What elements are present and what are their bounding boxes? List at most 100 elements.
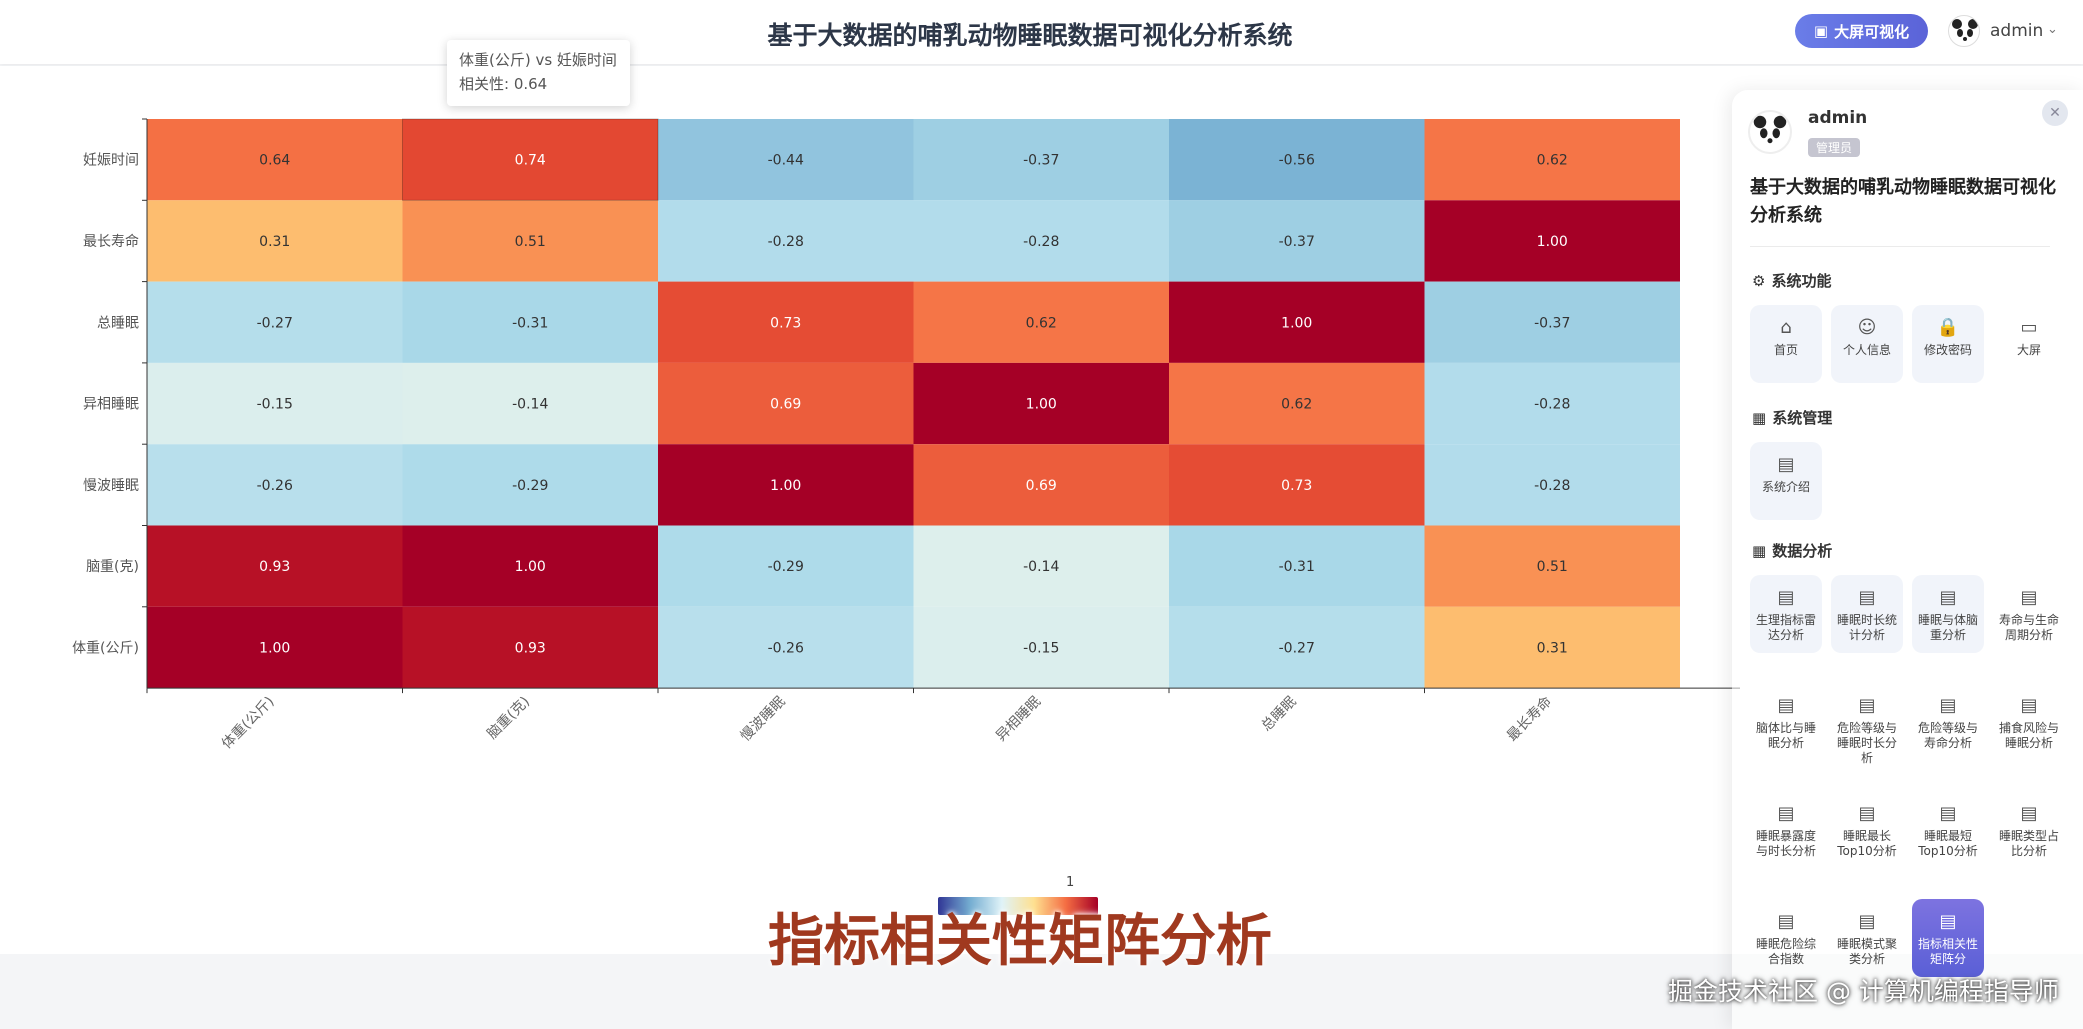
tile-label: 捕食风险与睡眠分析 <box>1998 721 2059 750</box>
cell-label: 0.74 <box>515 153 546 169</box>
cell-label: -0.44 <box>768 153 804 169</box>
cell-label: -0.29 <box>768 559 804 575</box>
y-tick-label: 总睡眠 <box>97 315 139 331</box>
y-tick-label: 妊娠时间 <box>83 153 139 169</box>
menu-tile[interactable]: ▭ 大屏 <box>1993 305 2065 383</box>
tile-label: 睡眠危险综合指数 <box>1755 937 1816 966</box>
tile-label: 睡眠模式聚类分析 <box>1836 937 1897 966</box>
document-icon: ▤ <box>1939 695 1957 716</box>
page-title: 基于大数据的哺乳动物睡眠数据可视化分析系统 <box>767 21 1293 50</box>
x-tick-label: 总睡眠 <box>1259 694 1300 735</box>
menu-tile[interactable]: ▤ 睡眠最短Top10分析 <box>1912 791 1984 869</box>
watermark: 掘金技术社区 @ 计算机编程指导师 <box>1668 977 2059 1006</box>
cell-label: 0.69 <box>770 397 801 413</box>
document-icon: ▤ <box>1858 695 1876 716</box>
y-tick-label: 慢波睡眠 <box>83 477 139 494</box>
cell-label: -0.15 <box>257 397 293 413</box>
bigscreen-label: 大屏可视化 <box>1834 22 1910 41</box>
document-icon: ▤ <box>1858 911 1876 932</box>
menu-tile[interactable]: ▤ 睡眠最长Top10分析 <box>1831 791 1903 869</box>
document-icon: ▤ <box>1939 587 1957 608</box>
y-tick-label: 最长寿命 <box>83 233 139 250</box>
panel-username: admin <box>1808 108 1868 128</box>
cell-label: -0.15 <box>1023 640 1059 656</box>
user-menu[interactable]: admin <box>1990 21 2043 41</box>
cell-label: -0.27 <box>1279 640 1315 656</box>
app-header: 基于大数据的哺乳动物睡眠数据可视化分析系统 ▣ 大屏可视化 admin ⌄ <box>0 0 2083 64</box>
document-icon: ▤ <box>1777 911 1795 932</box>
cell-label: -0.28 <box>1534 478 1570 494</box>
tile-label: 修改密码 <box>1923 343 1972 357</box>
cell-label: 0.93 <box>515 640 546 656</box>
chevron-down-icon[interactable]: ⌄ <box>2047 22 2058 37</box>
cell-label: 0.31 <box>1537 640 1568 656</box>
document-icon: ▤ <box>1777 695 1795 716</box>
menu-tile[interactable]: ▤ 指标相关性矩阵分 <box>1912 899 1984 977</box>
screen-icon: ▭ <box>2020 317 2038 338</box>
menu-tile[interactable]: ▤ 睡眠暴露度与时长分析 <box>1750 791 1822 869</box>
tile-label: 睡眠与体脑重分析 <box>1917 613 1978 642</box>
menu-tile[interactable]: ⌂ 首页 <box>1750 305 1822 383</box>
visual-map-label: 1 <box>1066 875 1075 890</box>
cell-label: -0.28 <box>1023 234 1059 250</box>
menu-tile[interactable]: ▤ 睡眠类型占比分析 <box>1993 791 2065 869</box>
home-icon: ⌂ <box>1780 317 1792 338</box>
avatar[interactable] <box>1948 15 1980 47</box>
section-data-analysis: ▦ 数据分析 <box>1752 540 1832 561</box>
menu-tile[interactable]: ☺ 个人信息 <box>1831 305 1903 383</box>
cell-label: -0.37 <box>1279 234 1315 250</box>
gear-icon: ⚙ <box>1752 271 1766 290</box>
close-icon[interactable]: ✕ <box>2042 100 2068 126</box>
cell-label: 0.62 <box>1281 397 1312 413</box>
y-tick-label: 体重(公斤) <box>72 640 139 656</box>
cell-label: -0.37 <box>1023 153 1059 169</box>
grid-icon: ▦ <box>1752 408 1767 427</box>
cell-label: 0.51 <box>515 234 546 250</box>
correlation-heatmap[interactable]: 0.64 0.74 -0.44 -0.37 -0.56 0.62 0.31 0.51 -0.28… <box>0 66 1740 766</box>
cell-label: 0.64 <box>259 153 290 169</box>
section-title: 数据分析 <box>1772 542 1833 560</box>
tile-label: 大屏 <box>2016 343 2041 357</box>
panel-avatar <box>1748 110 1792 154</box>
tile-label: 生理指标雷达分析 <box>1755 613 1816 642</box>
tile-label: 寿命与生命周期分析 <box>1998 613 2059 642</box>
cell-label: -0.26 <box>257 478 293 494</box>
menu-tile[interactable]: ▤ 睡眠模式聚类分析 <box>1831 899 1903 977</box>
cell-label: 0.73 <box>770 315 801 331</box>
tile-label: 个人信息 <box>1842 343 1891 357</box>
document-icon: ▤ <box>1777 587 1795 608</box>
menu-tile[interactable]: ▤ 捕食风险与睡眠分析 <box>1993 683 2065 761</box>
cell-label: 1.00 <box>770 478 801 494</box>
x-tick-label: 体重(公斤) <box>219 694 278 753</box>
menu-tile[interactable]: ▤ 睡眠与体脑重分析 <box>1912 575 1984 653</box>
cell-label: 0.73 <box>1281 478 1312 494</box>
panel-system-title: 基于大数据的哺乳动物睡眠数据可视化分析系统 <box>1750 177 2056 226</box>
menu-tile[interactable]: ▤ 睡眠时长统计分析 <box>1831 575 1903 653</box>
tile-label: 睡眠暴露度与时长分析 <box>1755 829 1816 858</box>
y-tick-label: 异相睡眠 <box>83 397 139 413</box>
document-icon: ▤ <box>1777 454 1795 475</box>
cell-label: 1.00 <box>259 640 290 656</box>
menu-tile[interactable]: ▤ 脑体比与睡眠分析 <box>1750 683 1822 761</box>
bigscreen-button[interactable]: ▣ 大屏可视化 <box>1795 14 1928 48</box>
tile-label: 睡眠时长统计分析 <box>1836 613 1897 642</box>
menu-tile[interactable]: ▤ 危险等级与寿命分析 <box>1912 683 1984 761</box>
y-tick-label: 脑重(克) <box>86 559 139 575</box>
menu-tile[interactable]: ▤ 睡眠危险综合指数 <box>1750 899 1822 977</box>
cell-label: -0.56 <box>1279 153 1315 169</box>
user-icon: ☺ <box>1857 317 1877 338</box>
cell-label: -0.26 <box>768 640 804 656</box>
document-icon: ▤ <box>1858 803 1876 824</box>
chart-tooltip: 体重(公斤) vs 妊娠时间 相关性: 0.64 <box>447 40 630 106</box>
menu-tile[interactable]: ▤ 危险等级与睡眠时长分析 <box>1831 683 1903 766</box>
cell-label: -0.31 <box>1279 559 1315 575</box>
tile-label: 睡眠最长Top10分析 <box>1837 829 1897 858</box>
menu-tile[interactable]: ▤ 系统介绍 <box>1750 442 1822 520</box>
document-icon: ▤ <box>2020 695 2038 716</box>
menu-tile[interactable]: ▤ 生理指标雷达分析 <box>1750 575 1822 653</box>
menu-tile[interactable]: ▤ 寿命与生命周期分析 <box>1993 575 2065 653</box>
cell-label: -0.28 <box>1534 397 1570 413</box>
menu-tile[interactable]: 🔒 修改密码 <box>1912 305 1984 383</box>
x-tick-label: 最长寿命 <box>1503 693 1555 745</box>
cell-label: -0.27 <box>257 315 293 331</box>
